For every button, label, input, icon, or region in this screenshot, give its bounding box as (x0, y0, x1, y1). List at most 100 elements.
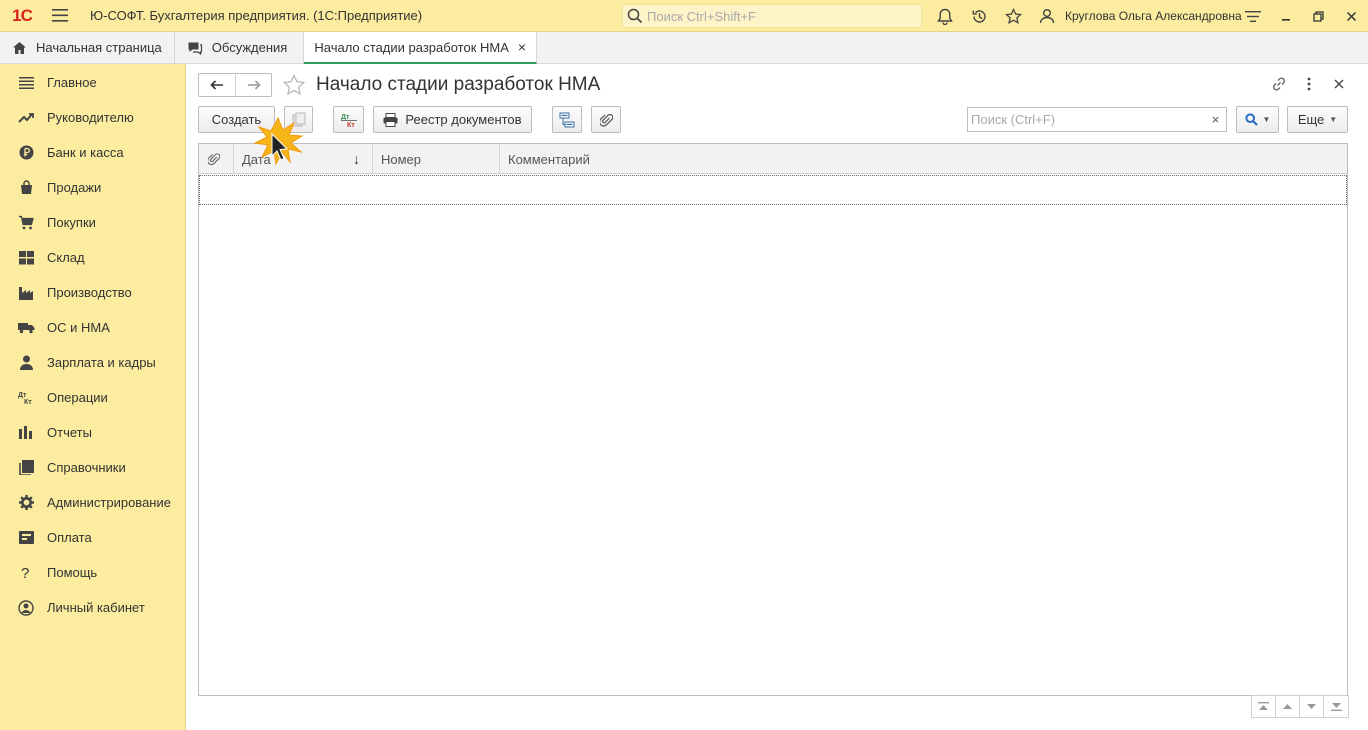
printer-icon (383, 112, 398, 127)
column-number[interactable]: Номер (373, 144, 500, 174)
create-button[interactable]: Создать (198, 106, 275, 133)
sidebar-item-warehouse[interactable]: Склад (0, 240, 185, 275)
close-icon (1346, 11, 1357, 21)
minimize-icon (1281, 19, 1290, 21)
more-label: Еще (1297, 112, 1325, 127)
users-button[interactable] (1030, 0, 1064, 32)
forward-button[interactable] (235, 74, 271, 96)
sidebar-item-label: Отчеты (47, 425, 92, 440)
sidebar-item-label: Главное (47, 75, 97, 90)
chevron-down-icon: ▼ (1329, 115, 1338, 124)
chevron-down-icon: ▼ (1262, 115, 1271, 124)
sidebar-item-salary[interactable]: Зарплата и кадры (0, 345, 185, 380)
bell-icon (937, 8, 953, 25)
copy-button[interactable] (284, 106, 313, 133)
attach-files-button[interactable] (591, 106, 621, 133)
document-registry-label: Реестр документов (405, 112, 522, 127)
dtkt-button[interactable]: Дт Кт (333, 106, 364, 133)
search-icon (1244, 113, 1258, 126)
favorites-button[interactable] (996, 0, 1030, 32)
paperclip-icon (208, 153, 220, 166)
minimize-button[interactable] (1269, 0, 1302, 32)
link-button[interactable] (1264, 74, 1294, 94)
history-button[interactable] (962, 0, 996, 32)
sidebar-item-help[interactable]: ? Помощь (0, 555, 185, 590)
copy-icon (292, 112, 305, 127)
sidebar-item-main[interactable]: Главное (0, 65, 185, 100)
restore-icon (1313, 10, 1324, 22)
document-registry-button[interactable]: Реестр документов (373, 106, 532, 133)
nav-buttons (198, 73, 272, 97)
sidebar-item-label: Операции (47, 390, 108, 405)
hierarchy-icon (559, 112, 575, 127)
sidebar-item-manager[interactable]: Руководителю (0, 100, 185, 135)
settings-button[interactable] (1236, 0, 1269, 32)
column-attachments[interactable] (199, 144, 234, 174)
scroll-bottom-icon (1330, 703, 1342, 711)
sidebar-item-account[interactable]: Личный кабинет (0, 590, 185, 625)
more-button[interactable]: Еще ▼ (1287, 106, 1348, 133)
scroll-up-button[interactable] (1276, 696, 1300, 717)
tab-discussions[interactable]: Обсуждения (175, 32, 305, 63)
user-name[interactable]: Круглова Ольга Александровна (1065, 9, 1242, 23)
home-icon (13, 41, 26, 54)
list-search-input[interactable]: Поиск (Ctrl+F) (967, 107, 1206, 132)
search-icon (627, 8, 643, 24)
scroll-first-button[interactable] (1252, 696, 1276, 717)
notifications-button[interactable] (928, 0, 962, 32)
kebab-icon (1307, 77, 1311, 91)
global-search-input[interactable]: Поиск Ctrl+Shift+F (622, 4, 922, 28)
svg-text:Кт: Кт (24, 399, 32, 405)
bar-chart-icon (17, 424, 35, 442)
more-actions-button[interactable] (1294, 74, 1324, 94)
sidebar-item-fixed-assets[interactable]: ОС и НМА (0, 310, 185, 345)
sidebar-item-sales[interactable]: Продажи (0, 170, 185, 205)
sidebar-item-label: Склад (47, 250, 85, 265)
restore-button[interactable] (1302, 0, 1335, 32)
close-window-button[interactable] (1335, 0, 1368, 32)
scroll-down-button[interactable] (1300, 696, 1324, 717)
column-comment[interactable]: Комментарий (500, 144, 1347, 174)
column-date[interactable]: Дата ↓ (234, 144, 373, 174)
back-button[interactable] (199, 74, 235, 96)
sidebar-item-reports[interactable]: Отчеты (0, 415, 185, 450)
main-menu-button[interactable] (44, 0, 76, 32)
document-list-form: Начало стадии разработок НМА Создать Дт … (186, 64, 1368, 730)
tab-close-icon[interactable]: × (518, 39, 526, 55)
sidebar-item-label: Оплата (47, 530, 92, 545)
scroll-last-button[interactable] (1324, 696, 1348, 717)
user-icon (1039, 9, 1055, 24)
sidebar-item-payment[interactable]: Оплата (0, 520, 185, 555)
sidebar-item-label: Помощь (47, 565, 98, 580)
trend-icon (17, 109, 35, 127)
tab-nma-stage[interactable]: Начало стадии разработок НМА × (304, 32, 538, 64)
paperclip-icon (599, 113, 613, 127)
dtkt-icon: Дт Кт (340, 114, 357, 128)
star-outline-icon (282, 73, 306, 96)
logo-1c[interactable]: 1С (0, 0, 44, 32)
dtkt-icon: Дт Кт (17, 389, 35, 407)
sidebar-item-directories[interactable]: Справочники (0, 450, 185, 485)
sidebar-item-label: Личный кабинет (47, 600, 145, 615)
documents-table[interactable]: Дата ↓ Номер Комментарий (198, 143, 1348, 696)
sidebar-item-purchases[interactable]: Покупки (0, 205, 185, 240)
cart-icon (17, 214, 35, 232)
sidebar-item-label: Руководителю (47, 110, 134, 125)
sidebar-item-operations[interactable]: Дт Кт Операции (0, 380, 185, 415)
structure-button[interactable] (552, 106, 582, 133)
close-icon (1334, 79, 1344, 89)
bag-icon (17, 179, 35, 197)
favorite-star-button[interactable] (282, 73, 306, 100)
tab-home[interactable]: Начальная страница (0, 32, 175, 63)
sidebar-item-bank[interactable]: Банк и касса (0, 135, 185, 170)
list-search-placeholder: Поиск (Ctrl+F) (971, 112, 1056, 127)
dtkt-bottom-label: Кт (347, 122, 355, 128)
chevron-up-icon (1283, 704, 1292, 709)
search-clear-button[interactable]: × (1205, 107, 1227, 132)
table-row-empty[interactable] (199, 175, 1347, 205)
search-options-button[interactable]: ▼ (1236, 106, 1279, 133)
close-form-button[interactable] (1324, 74, 1354, 94)
sidebar-item-administration[interactable]: Администрирование (0, 485, 185, 520)
sidebar-item-production[interactable]: Производство (0, 275, 185, 310)
grid-icon (17, 249, 35, 267)
